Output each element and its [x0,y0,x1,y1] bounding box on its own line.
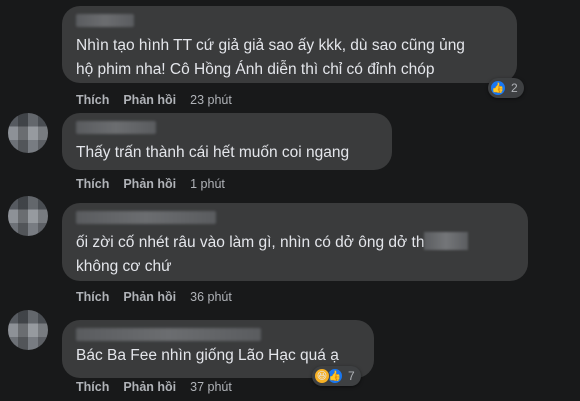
reaction-summary[interactable]: 😆 👍 7 [312,366,361,386]
comment-actions: Thích Phản hồi 23 phút [76,93,232,107]
comment-actions: Thích Phản hồi 37 phút [76,380,232,394]
avatar[interactable] [8,196,48,236]
reaction-summary[interactable]: 👍 2 [488,78,524,98]
comment-text-line: Thấy trấn thành cái hết muốn coi ngang [76,144,350,161]
timestamp[interactable]: 37 phút [190,380,232,394]
comment-bubble: ối zời cố nhét râu vào làm gì, nhìn có d… [62,203,528,281]
author-name-redacted[interactable] [76,121,156,134]
like-icon: 👍 [490,80,506,96]
comment-actions: Thích Phản hồi 1 phút [76,177,225,191]
timestamp[interactable]: 23 phút [190,93,232,107]
author-name-redacted[interactable] [76,328,261,341]
timestamp[interactable]: 36 phút [190,290,232,304]
comment-text-line: Bác Ba Fee nhìn giống Lão Hạc quá ạ [76,347,339,364]
reaction-count: 7 [348,369,355,383]
censored-text-block [424,232,469,250]
author-name-redacted[interactable] [76,211,216,224]
reply-link[interactable]: Phản hồi [123,290,176,304]
comment-text: ối zời cố nhét râu vào làm gì, nhìn có d… [76,234,425,251]
comment-text-line: hộ phim nha! Cô Hồng Ánh diễn thì chỉ có… [76,61,435,78]
comment-text-line: ối zời cố nhét râu vào làm gì, nhìn có d… [76,231,469,254]
like-link[interactable]: Thích [76,93,109,107]
comment-text-line: không cơ chứ [76,258,172,275]
comment-bubble: Nhìn tạo hình TT cứ giả giả sao ấy kkk, … [62,6,517,83]
like-link[interactable]: Thích [76,290,109,304]
avatar[interactable] [8,113,48,153]
comment-actions: Thích Phản hồi 36 phút [76,290,232,304]
like-link[interactable]: Thích [76,177,109,191]
reply-link[interactable]: Phản hồi [123,177,176,191]
avatar[interactable] [8,310,48,350]
reply-link[interactable]: Phản hồi [123,93,176,107]
like-link[interactable]: Thích [76,380,109,394]
reply-link[interactable]: Phản hồi [123,380,176,394]
haha-icon: 😆 [314,368,330,384]
author-name-redacted[interactable] [76,14,134,27]
comment-text-line: Nhìn tạo hình TT cứ giả giả sao ấy kkk, … [76,37,465,54]
comment-bubble: Thấy trấn thành cái hết muốn coi ngang [62,113,392,170]
reaction-count: 2 [511,81,518,95]
comment-thread: Nhìn tạo hình TT cứ giả giả sao ấy kkk, … [0,0,580,401]
timestamp[interactable]: 1 phút [190,177,225,191]
